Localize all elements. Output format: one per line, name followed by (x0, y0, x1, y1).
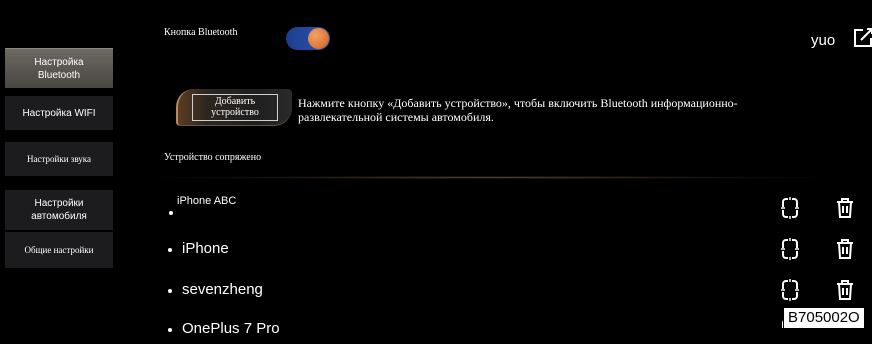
bullet-icon (169, 211, 173, 215)
device-name: iPhone (182, 240, 229, 257)
toggle-knob (308, 28, 329, 49)
device-row[interactable]: iPhone ABC (160, 193, 872, 223)
device-row[interactable]: sevenzheng (160, 275, 872, 305)
sidebar-item-label: Настройки звука (26, 153, 91, 164)
sidebar-item-label: Настройки автомобиля (31, 198, 87, 222)
paired-devices-title: Устройство сопряжено (164, 152, 262, 163)
trash-icon[interactable] (833, 237, 857, 261)
device-row[interactable]: iPhone (160, 234, 872, 264)
disconnect-icon[interactable] (778, 237, 802, 261)
trash-icon[interactable] (833, 278, 857, 302)
bluetooth-toggle-label: Кнопка Bluetooth (164, 27, 238, 38)
sidebar-item-label: Общие настройки (24, 244, 94, 255)
bullet-icon (168, 248, 172, 252)
device-name: OnePlus 7 Pro (182, 320, 280, 337)
add-device-hint: Нажмите кнопку «Добавить устройство», чт… (298, 96, 738, 124)
user-name[interactable]: yuo (811, 32, 835, 49)
edit-icon[interactable] (852, 27, 872, 49)
trash-icon[interactable] (833, 196, 857, 220)
device-name: iPhone ABC (177, 195, 237, 207)
disconnect-icon[interactable] (778, 278, 802, 302)
bullet-icon (168, 328, 172, 332)
add-device-label: Добавить устройство (192, 93, 278, 121)
divider (160, 176, 820, 179)
sidebar-item-bluetooth[interactable]: Настройка Bluetooth (5, 48, 113, 88)
settings-sidebar: Настройка Bluetooth Настройка WIFI Настр… (0, 0, 120, 332)
bullet-icon (168, 289, 172, 293)
bluetooth-toggle[interactable] (286, 27, 330, 50)
device-name: sevenzheng (182, 281, 263, 298)
sidebar-item-general[interactable]: Общие настройки (5, 232, 113, 268)
watermark-label: B705002O (783, 307, 865, 329)
device-row[interactable]: OnePlus 7 Pro (160, 314, 872, 344)
sidebar-item-label: Настройка Bluetooth (34, 56, 84, 81)
sidebar-item-label: Настройка WIFI (22, 107, 96, 119)
disconnect-icon[interactable] (778, 196, 802, 220)
sidebar-item-vehicle[interactable]: Настройки автомобиля (5, 190, 113, 230)
add-device-button[interactable]: Добавить устройство (176, 89, 292, 126)
sidebar-item-sound[interactable]: Настройки звука (5, 142, 113, 176)
sidebar-item-wifi[interactable]: Настройка WIFI (5, 96, 113, 130)
